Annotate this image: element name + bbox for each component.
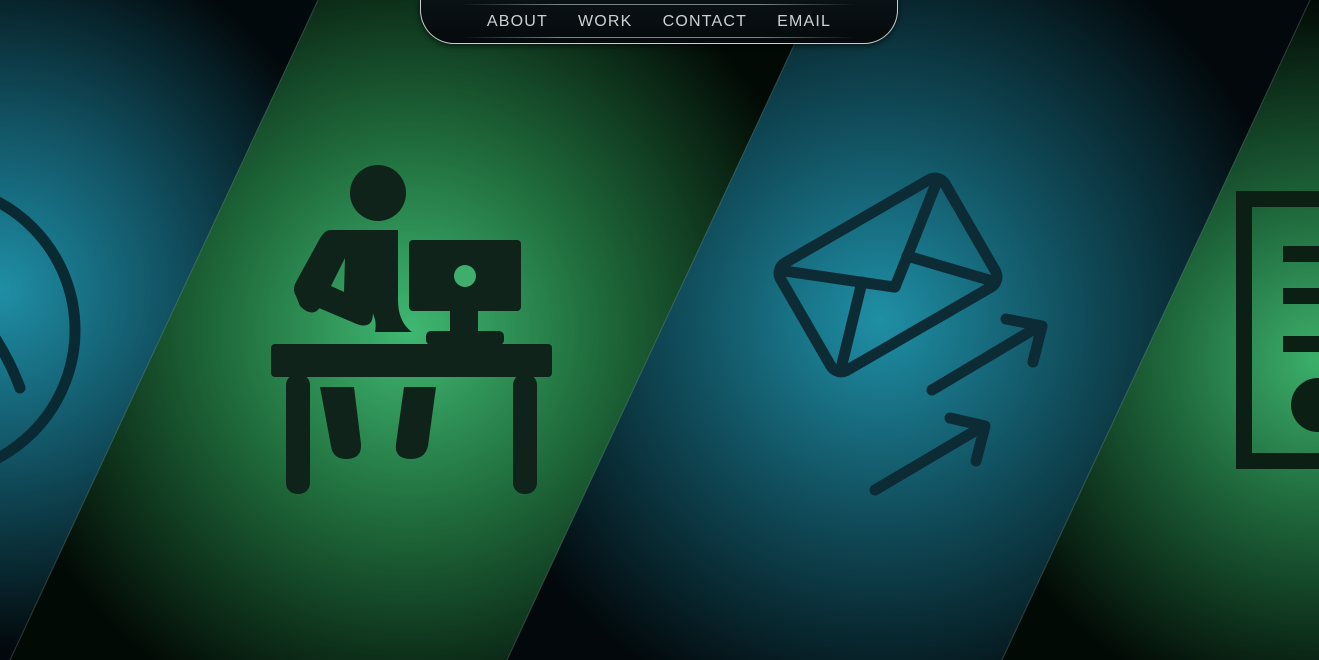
nav-email-link[interactable]: EMAIL — [777, 13, 831, 30]
stage: ABOUT WORK CONTACT EMAIL — [0, 0, 1319, 660]
nav-top-rule — [461, 4, 857, 5]
panels-background — [0, 0, 1319, 660]
nav-about-link[interactable]: ABOUT — [487, 13, 548, 30]
nav-contact-link[interactable]: CONTACT — [663, 13, 748, 30]
nav-work-link[interactable]: WORK — [578, 13, 633, 30]
top-navigation: ABOUT WORK CONTACT EMAIL — [420, 0, 898, 44]
nav-bottom-rule — [461, 37, 857, 38]
